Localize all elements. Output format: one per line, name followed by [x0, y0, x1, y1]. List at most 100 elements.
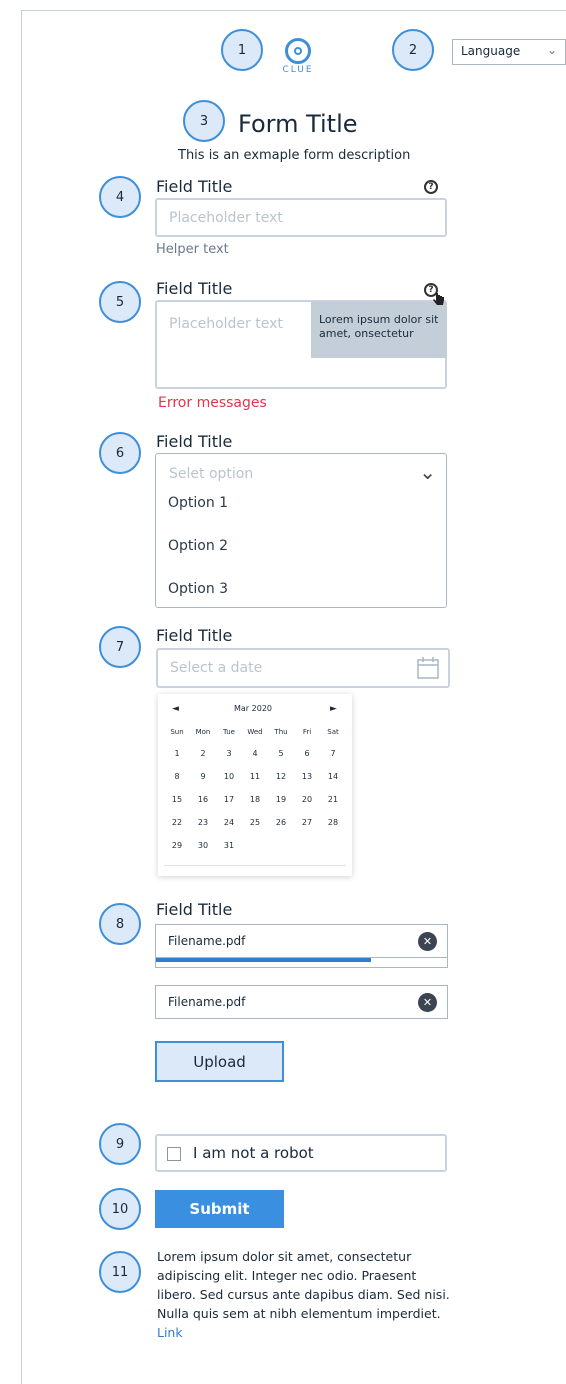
- calendar-day[interactable]: 4: [242, 749, 268, 758]
- annotation-badge-6: 6: [99, 432, 141, 474]
- select-option[interactable]: Option 3: [168, 581, 228, 597]
- date-input[interactable]: Select a date: [156, 648, 450, 688]
- footer-link[interactable]: Link: [157, 1325, 183, 1340]
- annotation-badge-11: 11: [99, 1251, 141, 1293]
- field-title: Field Title: [156, 177, 233, 196]
- calendar-day[interactable]: 6: [294, 749, 320, 758]
- file-name: Filename.pdf: [168, 934, 246, 948]
- select-option[interactable]: Option 1: [168, 495, 228, 511]
- calendar-day[interactable]: 10: [216, 772, 242, 781]
- remove-file-button[interactable]: ✕: [418, 932, 437, 951]
- submit-button[interactable]: Submit: [155, 1190, 284, 1228]
- calendar-day: [268, 841, 294, 850]
- text-input[interactable]: Placeholder text: [155, 198, 447, 237]
- calendar-day[interactable]: 3: [216, 749, 242, 758]
- calendar-day[interactable]: 5: [268, 749, 294, 758]
- chevron-down-icon: ⌄: [546, 43, 557, 57]
- annotation-badge-7: 7: [99, 626, 141, 668]
- upload-progress-fill: [156, 958, 372, 962]
- upload-progress-bar: [155, 958, 448, 968]
- weekday-label: Fri: [302, 728, 312, 736]
- weekday-label: Wed: [247, 728, 263, 736]
- calendar-day[interactable]: 13: [294, 772, 320, 781]
- remove-file-button[interactable]: ✕: [418, 993, 437, 1012]
- field-title: Field Title: [156, 279, 233, 298]
- calendar-day[interactable]: 7: [320, 749, 346, 758]
- annotation-badge-10: 10: [99, 1188, 141, 1230]
- select-placeholder: Selet option: [169, 466, 254, 482]
- weekday-label: Sun: [170, 728, 184, 736]
- weekday-label: Sat: [327, 728, 339, 736]
- error-message: Error messages: [158, 395, 267, 411]
- calendar-popup: ◄ Mar 2020 ► Sun Mon Tue Wed Thu Fri Sat…: [158, 694, 352, 876]
- footer-text: Lorem ipsum dolor sit amet, consectetur …: [157, 1249, 450, 1321]
- calendar-week-row: 8 9 10 11 12 13 14: [164, 772, 346, 781]
- calendar-day[interactable]: 25: [242, 818, 268, 827]
- select-option[interactable]: Option 2: [168, 538, 228, 554]
- calendar-day: [242, 841, 268, 850]
- chevron-down-icon: ⌄: [419, 460, 436, 484]
- calendar-divider: [164, 865, 346, 866]
- calendar-day: [294, 841, 320, 850]
- calendar-day[interactable]: 29: [164, 841, 190, 850]
- calendar-day[interactable]: 21: [320, 795, 346, 804]
- calendar-day[interactable]: 14: [320, 772, 346, 781]
- calendar-day[interactable]: 30: [190, 841, 216, 850]
- calendar-day[interactable]: 20: [294, 795, 320, 804]
- calendar-day[interactable]: 31: [216, 841, 242, 850]
- footer-paragraph: Lorem ipsum dolor sit amet, consectetur …: [157, 1247, 457, 1342]
- logo-icon: [285, 38, 311, 64]
- upload-button[interactable]: Upload: [155, 1041, 284, 1082]
- file-item: Filename.pdf ✕: [155, 985, 448, 1019]
- input-placeholder: Placeholder text: [169, 210, 283, 226]
- calendar-week-row: 29 30 31: [164, 841, 346, 850]
- calendar-day[interactable]: 24: [216, 818, 242, 827]
- calendar-week-row: 22 23 24 25 26 27 28: [164, 818, 346, 827]
- calendar-day[interactable]: 17: [216, 795, 242, 804]
- calendar-month-label: Mar 2020: [234, 704, 272, 713]
- prev-month-button[interactable]: ◄: [172, 704, 179, 714]
- file-item: Filename.pdf ✕: [155, 924, 448, 958]
- calendar-day[interactable]: 18: [242, 795, 268, 804]
- calendar-day[interactable]: 9: [190, 772, 216, 781]
- weekday-label: Tue: [223, 728, 235, 736]
- calendar-week-row: 15 16 17 18 19 20 21: [164, 795, 346, 804]
- date-placeholder: Select a date: [170, 660, 263, 676]
- calendar-day[interactable]: 16: [190, 795, 216, 804]
- captcha-checkbox[interactable]: [167, 1147, 181, 1161]
- calendar-day[interactable]: 26: [268, 818, 294, 827]
- calendar-day[interactable]: 12: [268, 772, 294, 781]
- clue-logo: CLUE: [276, 38, 320, 90]
- calendar-day[interactable]: 23: [190, 818, 216, 827]
- file-name: Filename.pdf: [168, 995, 246, 1009]
- language-select[interactable]: Language ⌄: [452, 39, 566, 65]
- calendar-day[interactable]: 22: [164, 818, 190, 827]
- calendar-icon: [417, 657, 439, 679]
- calendar-day[interactable]: 2: [190, 749, 216, 758]
- pointer-cursor-icon: [432, 292, 444, 306]
- annotation-badge-8: 8: [99, 903, 141, 945]
- calendar-day[interactable]: 11: [242, 772, 268, 781]
- field-title: Field Title: [156, 626, 233, 645]
- form-description: This is an exmaple form description: [178, 148, 411, 163]
- help-icon[interactable]: ?: [424, 180, 438, 194]
- annotation-badge-1: 1: [221, 29, 263, 71]
- field-title: Field Title: [156, 432, 233, 451]
- field-title: Field Title: [156, 900, 233, 919]
- weekday-label: Thu: [274, 728, 288, 736]
- calendar-day[interactable]: 19: [268, 795, 294, 804]
- form-title: Form Title: [238, 110, 358, 138]
- captcha-box: I am not a robot: [155, 1134, 447, 1172]
- calendar-day[interactable]: 27: [294, 818, 320, 827]
- logo-text: CLUE: [282, 65, 314, 75]
- next-month-button[interactable]: ►: [330, 704, 337, 714]
- calendar-day[interactable]: 1: [164, 749, 190, 758]
- annotation-badge-4: 4: [99, 176, 141, 218]
- calendar-day[interactable]: 8: [164, 772, 190, 781]
- calendar-day[interactable]: 15: [164, 795, 190, 804]
- language-label: Language: [461, 44, 521, 58]
- annotation-badge-9: 9: [99, 1123, 141, 1165]
- calendar-day[interactable]: 28: [320, 818, 346, 827]
- annotation-badge-5: 5: [99, 281, 141, 323]
- annotation-badge-3: 3: [183, 100, 225, 142]
